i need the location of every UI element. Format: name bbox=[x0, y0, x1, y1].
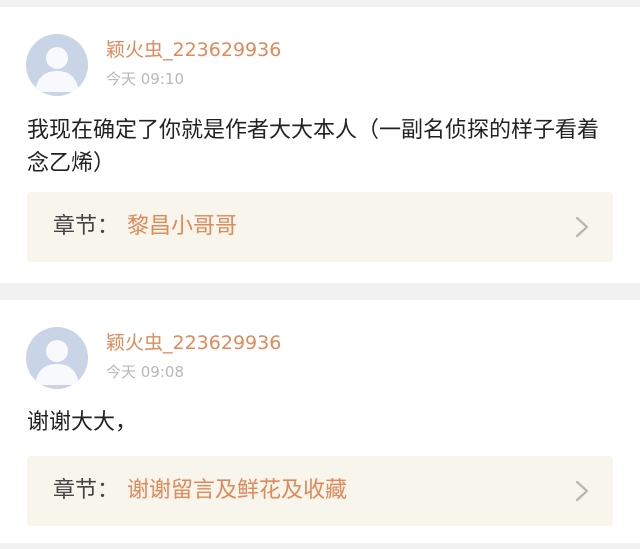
default-user-icon bbox=[35, 340, 79, 385]
username-link[interactable]: 颖火虫_223629936 bbox=[106, 330, 281, 356]
user-avatar[interactable] bbox=[26, 327, 88, 389]
chapter-label: 章节： bbox=[53, 478, 120, 503]
comment-card: 颖火虫_223629936 今天 09:10 我现在确定了你就是作者大大本人（一… bbox=[0, 7, 640, 283]
username-link[interactable]: 颖火虫_223629936 bbox=[106, 37, 281, 63]
chevron-right-icon bbox=[575, 480, 589, 502]
comment-body: 谢谢大大， bbox=[27, 410, 138, 435]
chapter-title: 黎昌小哥哥 bbox=[127, 214, 238, 239]
chapter-link[interactable]: 章节： 谢谢留言及鲜花及收藏 bbox=[27, 456, 613, 526]
chapter-label: 章节： bbox=[53, 214, 120, 239]
user-avatar[interactable] bbox=[26, 34, 88, 96]
comment-card: 颖火虫_223629936 今天 09:08 谢谢大大， 章节： 谢谢留言及鲜花… bbox=[0, 300, 640, 543]
comment-timestamp: 今天 09:10 bbox=[106, 70, 184, 88]
chapter-link[interactable]: 章节： 黎昌小哥哥 bbox=[27, 192, 613, 262]
comment-timestamp: 今天 09:08 bbox=[106, 363, 184, 381]
chapter-title: 谢谢留言及鲜花及收藏 bbox=[127, 478, 348, 503]
default-user-icon bbox=[35, 47, 79, 92]
chevron-right-icon bbox=[575, 216, 589, 238]
comment-body: 我现在确定了你就是作者大大本人（一副名侦探的样子看着念乙烯） bbox=[27, 118, 600, 176]
